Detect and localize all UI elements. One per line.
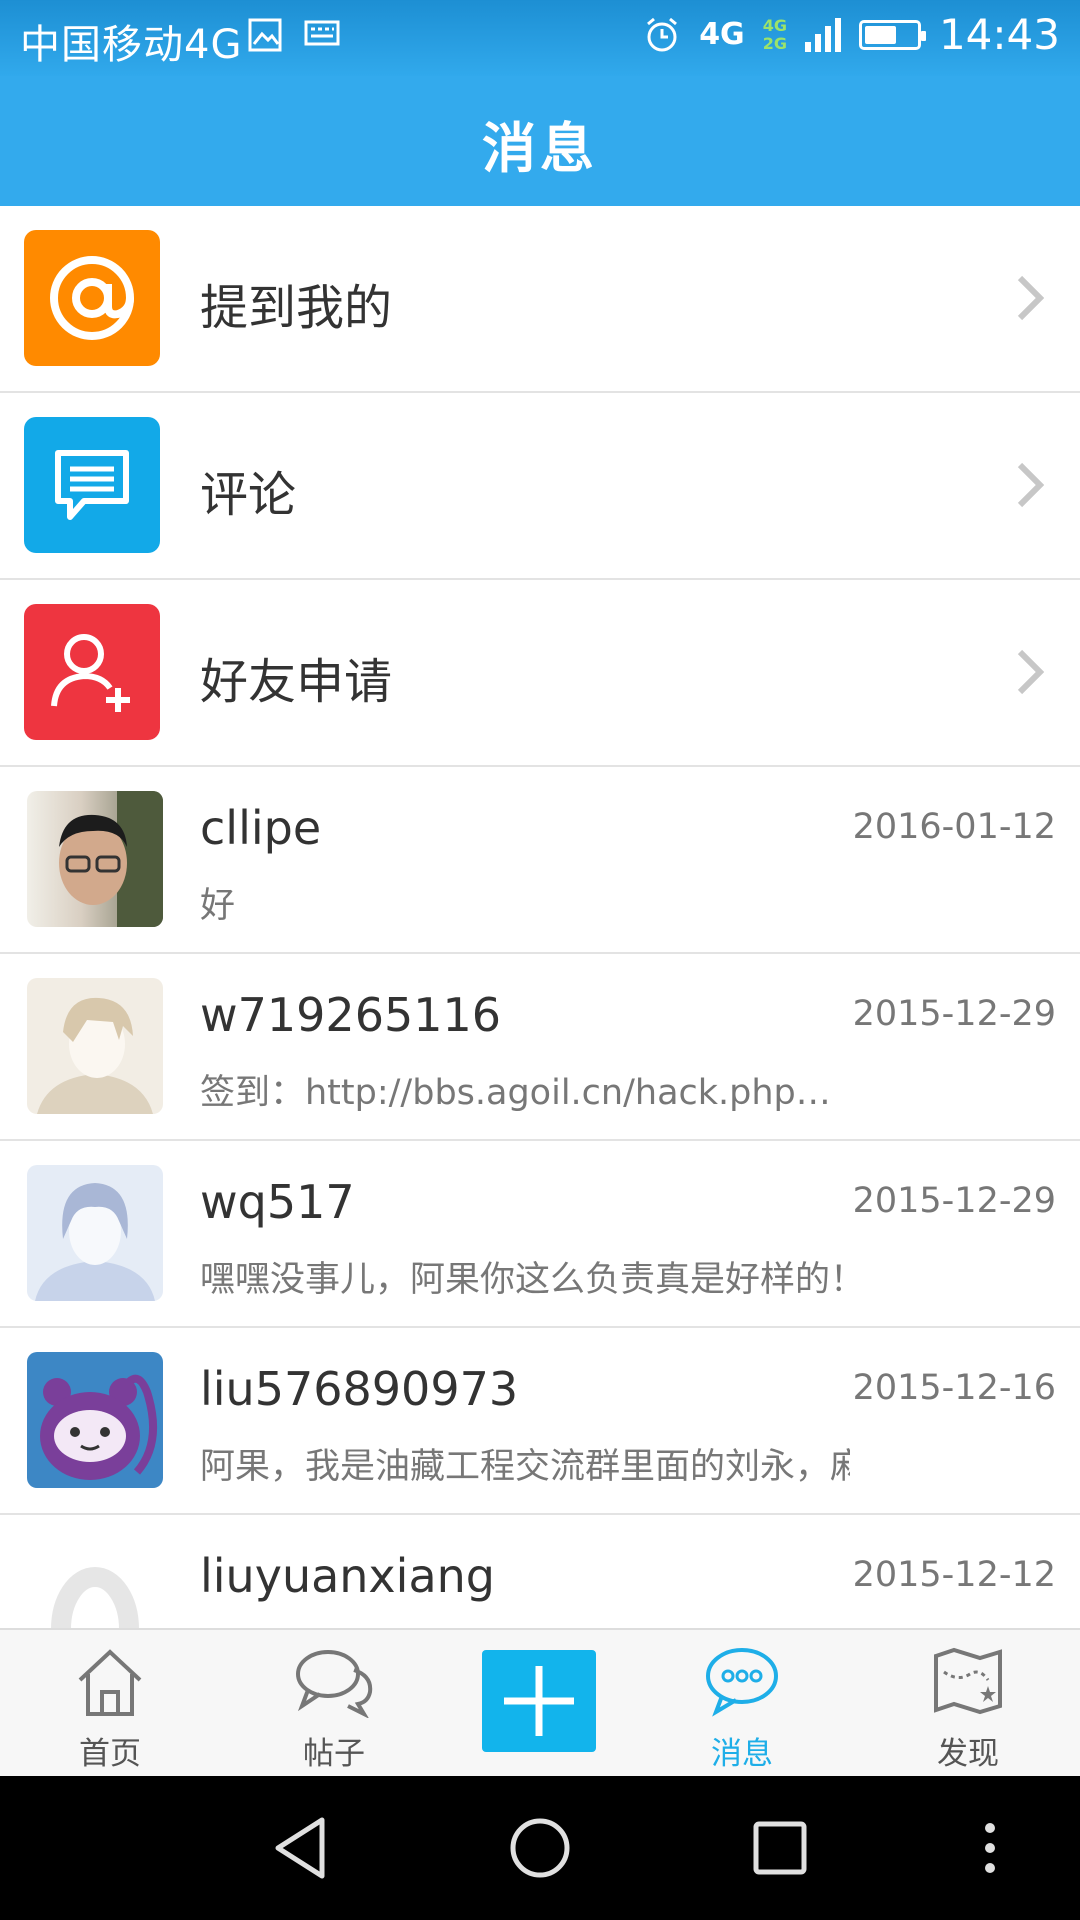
plus-icon [504, 1666, 574, 1736]
sender-name: cllipe [200, 801, 322, 855]
chevron-right-icon [1017, 649, 1044, 695]
message-row[interactable]: wq517 2015-12-29 嘿嘿没事儿，阿果你这么负责真是好样的！ [0, 1141, 1080, 1328]
message-date: 2015-12-12 [852, 1555, 1056, 1595]
comment-icon [24, 417, 160, 553]
message-preview: 好 [200, 886, 236, 926]
recents-icon[interactable] [752, 1820, 808, 1876]
network-type: 4G [699, 17, 745, 52]
message-date: 2016-01-12 [852, 807, 1056, 847]
mentions-row[interactable]: 提到我的 [0, 206, 1080, 393]
messages-icon [706, 1648, 778, 1717]
page-title: 消息 [482, 117, 598, 180]
avatar [27, 791, 163, 927]
avatar [27, 978, 163, 1114]
add-friend-icon [24, 604, 160, 740]
sender-name: liuyuanxiang [200, 1549, 495, 1603]
posts-icon [296, 1650, 373, 1718]
secondary-network: 4G 2G [762, 15, 787, 53]
discover-map-icon [934, 1647, 1002, 1715]
battery-icon [858, 19, 926, 50]
tab-home-label: 首页 [79, 1736, 141, 1772]
comments-row[interactable]: 评论 [0, 393, 1080, 580]
clock: 14:43 [938, 10, 1060, 59]
tab-messages[interactable]: 消息 [634, 1630, 850, 1778]
at-sign-icon [24, 230, 160, 366]
avatar [27, 1352, 163, 1488]
tab-home[interactable]: 首页 [2, 1630, 218, 1778]
more-options-icon[interactable] [984, 1820, 996, 1876]
message-row[interactable]: cllipe 2016-01-12 好 [0, 767, 1080, 954]
chevron-right-icon [1017, 462, 1044, 508]
comments-label: 评论 [200, 467, 297, 523]
notification-icons [248, 18, 340, 52]
friend-requests-row[interactable]: 好友申请 [0, 580, 1080, 767]
message-preview: 签到：http://bbs.agoil.cn/hack.php… [200, 1073, 831, 1113]
message-row[interactable]: liu576890973 2015-12-16 阿果，我是油藏工程交流群里面的刘… [0, 1328, 1080, 1515]
bottom-tab-bar: 首页 帖子 消息 发现 [0, 1628, 1080, 1776]
friend-requests-label: 好友申请 [200, 654, 393, 710]
system-nav-bar [0, 1776, 1080, 1920]
image-notification-icon [248, 18, 282, 52]
chevron-right-icon [1017, 275, 1044, 321]
sender-name: liu576890973 [200, 1362, 519, 1416]
message-date: 2015-12-29 [852, 994, 1056, 1034]
signal-icon [804, 17, 841, 52]
app-header: 消息 [0, 76, 1080, 206]
tab-posts-label: 帖子 [303, 1736, 365, 1772]
tab-messages-label: 消息 [711, 1736, 773, 1772]
keyboard-notification-icon [304, 20, 340, 46]
status-bar: 中国移动4G 4G 4G 2G 14:43 [0, 0, 1080, 76]
add-post-button[interactable] [482, 1650, 596, 1752]
tab-posts[interactable]: 帖子 [226, 1630, 442, 1778]
home-nav-icon[interactable] [508, 1816, 572, 1880]
alarm-icon [647, 17, 678, 51]
sender-name: wq517 [200, 1175, 355, 1229]
message-row[interactable]: w719265116 2015-12-29 签到：http://bbs.agoi… [0, 954, 1080, 1141]
message-preview: 嘿嘿没事儿，阿果你这么负责真是好样的！ [200, 1260, 850, 1300]
message-preview: 阿果，我是油藏工程交流群里面的刘永，麻烦您尽… [200, 1447, 850, 1487]
carrier-label: 中国移动4G [20, 22, 243, 68]
tab-discover[interactable]: 发现 [860, 1630, 1076, 1778]
back-icon[interactable] [272, 1816, 328, 1880]
tab-discover-label: 发现 [937, 1736, 999, 1772]
mentions-label: 提到我的 [200, 280, 393, 336]
message-date: 2015-12-16 [852, 1368, 1056, 1408]
sender-name: w719265116 [200, 988, 502, 1042]
message-date: 2015-12-29 [852, 1181, 1056, 1221]
home-icon [78, 1649, 142, 1716]
avatar [27, 1165, 163, 1301]
